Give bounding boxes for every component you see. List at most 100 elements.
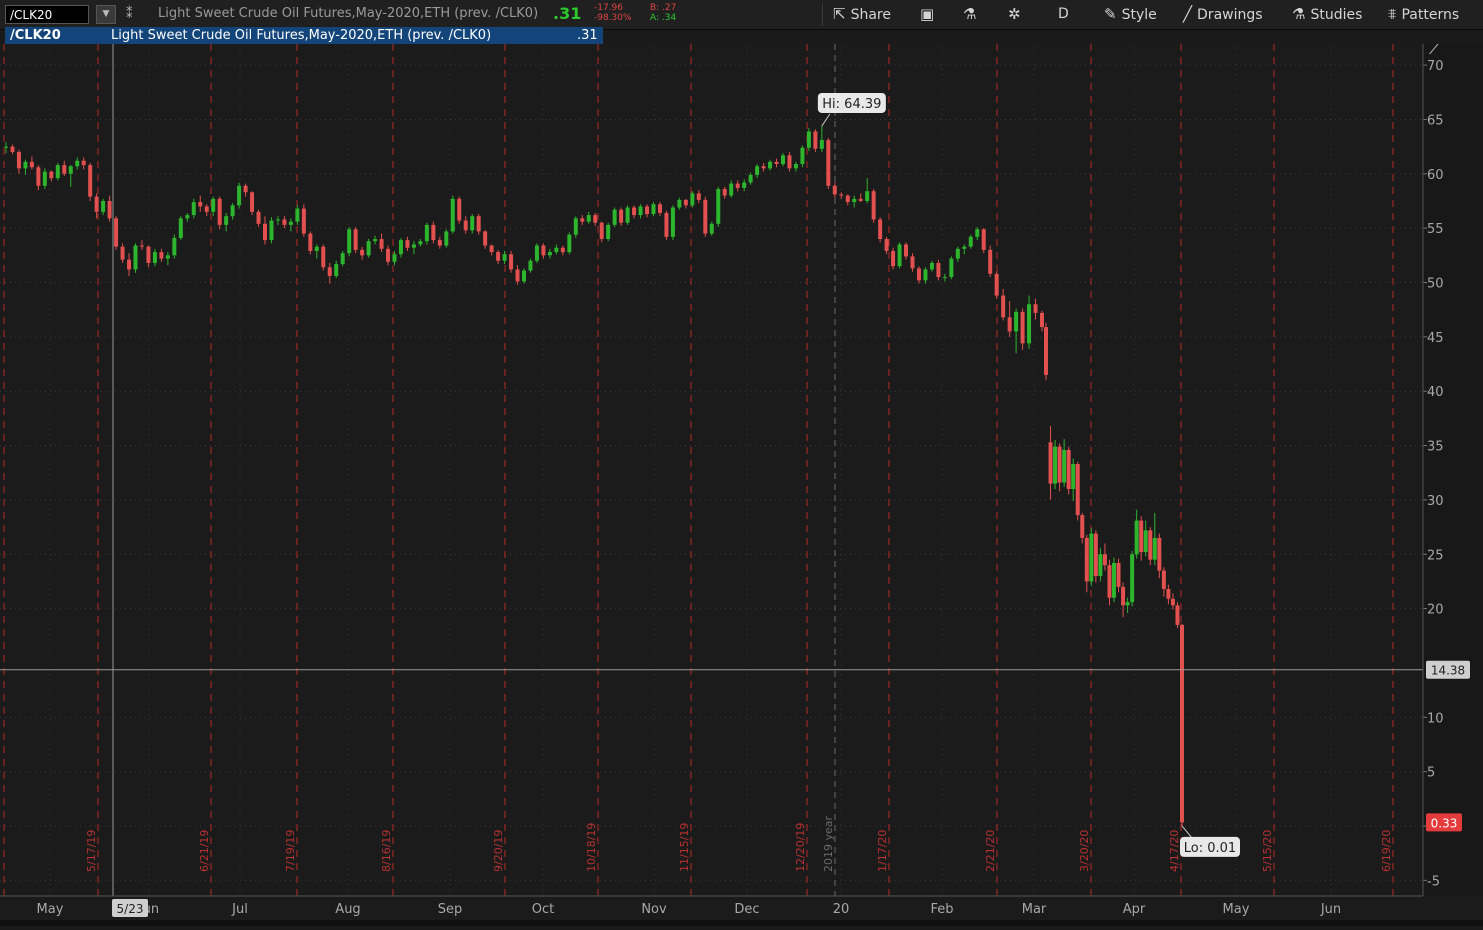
event-date-label: 12/20/19: [794, 823, 807, 872]
candle-body: [1066, 449, 1071, 490]
symbol-suggestion-row[interactable]: /CLK20 Light Sweet Crude Oil Futures,May…: [5, 27, 603, 44]
candle-body: [567, 234, 572, 253]
bottom-scrollbar[interactable]: [0, 920, 1483, 926]
toolbar-divider: [822, 3, 823, 26]
candle-body: [904, 244, 909, 257]
style-button[interactable]: ✎ Style: [1104, 0, 1157, 29]
candle-body: [632, 207, 637, 216]
candle-body: [1027, 304, 1032, 344]
candle-body: [1102, 554, 1107, 566]
candle-body: [4, 146, 8, 148]
candle-body: [444, 231, 449, 246]
symbol-dropdown-button[interactable]: ▼: [96, 5, 116, 24]
candle-body: [729, 183, 734, 196]
patterns-button[interactable]: ⩨ Patterns: [1388, 0, 1459, 29]
aggregation-button[interactable]: D: [1058, 0, 1069, 29]
chart-tool-icon: ⟋: [1429, 44, 1441, 58]
candle-body: [1001, 295, 1006, 318]
candle-body: [431, 224, 436, 241]
candle-body: [275, 219, 280, 221]
price-tick-label: 20: [1427, 603, 1444, 618]
drawings-button[interactable]: ╱ Drawings: [1183, 0, 1263, 29]
last-price-label: 0.33: [1431, 816, 1458, 830]
candle-body: [994, 273, 999, 296]
candle-body: [593, 215, 598, 223]
event-date-label: 2/21/20: [984, 830, 997, 872]
patterns-label: Patterns: [1401, 7, 1460, 23]
chart-area[interactable]: 70656055504540353025201050-5MayJunJulAug…: [0, 39, 1483, 926]
candle-body: [424, 224, 429, 242]
month-label: Oct: [532, 902, 554, 917]
change-block: -17.96 -98.30%: [594, 3, 632, 23]
candle-body: [75, 160, 80, 167]
style-icon: ✎: [1104, 5, 1117, 23]
share-button[interactable]: ⇱ Share: [833, 0, 891, 29]
candle-body: [418, 241, 423, 245]
candle-body: [586, 215, 591, 222]
month-label: Nov: [641, 902, 667, 917]
price-tick-label: 65: [1427, 113, 1444, 128]
candle-body: [651, 204, 656, 215]
candle-body: [955, 248, 960, 259]
candle-body: [1166, 589, 1171, 599]
candle-body: [599, 222, 604, 240]
candle-body: [353, 229, 358, 250]
studies-button[interactable]: ⚗ Studies: [1292, 0, 1362, 29]
candle-body: [10, 146, 15, 153]
candle-body: [1080, 515, 1085, 538]
candle-body: [878, 219, 883, 240]
candle-body: [761, 166, 766, 169]
candle-body: [541, 245, 546, 256]
candle-body: [1048, 442, 1053, 484]
chart-settings-button[interactable]: ▣: [920, 0, 939, 29]
drawings-icon: ╱: [1183, 5, 1193, 23]
month-label: Dec: [734, 902, 759, 917]
candle-body: [230, 205, 235, 217]
event-date-label: 11/15/19: [678, 823, 691, 872]
link-icon[interactable]: ⁑: [126, 5, 138, 24]
candle-body: [379, 239, 384, 249]
candle-body: [373, 239, 378, 242]
candle-body: [606, 224, 611, 240]
candle-body: [845, 195, 850, 203]
candle-body: [554, 247, 559, 253]
candle-body: [1089, 533, 1094, 582]
month-label: Aug: [335, 902, 360, 917]
candle-body: [1020, 311, 1025, 344]
candle-body: [185, 215, 190, 219]
candle-body: [457, 198, 462, 221]
candle-body: [839, 194, 844, 196]
gear-button[interactable]: ✲: [1008, 0, 1026, 29]
candle-body: [748, 174, 753, 183]
candle-body: [774, 161, 779, 165]
candle-body: [1170, 598, 1175, 606]
candle-body: [211, 198, 216, 212]
candle-body: [852, 198, 857, 203]
candle-body: [1175, 605, 1180, 625]
flask-button[interactable]: ⚗: [963, 0, 981, 29]
candle-body: [120, 246, 125, 260]
candle-body: [301, 208, 306, 234]
candle-body: [314, 246, 319, 251]
chart-tools-icon: ▣: [920, 5, 935, 23]
candle-body: [386, 248, 391, 262]
suggestion-description: Light Sweet Crude Oil Futures,May-2020,E…: [111, 28, 492, 43]
bid-price: B: .27: [650, 3, 677, 13]
candle-body: [1098, 554, 1103, 576]
candle-body: [826, 140, 831, 186]
candle-body: [1044, 327, 1048, 375]
candle-body: [735, 183, 740, 188]
candle-body: [657, 204, 662, 213]
candle-body: [295, 208, 300, 222]
event-date-label: 6/19/20: [1380, 830, 1393, 872]
event-date-label: 5/17/19: [85, 830, 98, 872]
price-chart[interactable]: 70656055504540353025201050-5MayJunJulAug…: [0, 39, 1483, 926]
candle-body: [1130, 554, 1135, 603]
symbol-input[interactable]: /CLK20: [5, 5, 89, 24]
toolbar: /CLK20 ▼ ⁑ Light Sweet Crude Oil Futures…: [0, 0, 1483, 30]
event-date-label: 9/20/19: [492, 830, 505, 872]
candle-body: [191, 202, 196, 216]
candle-body: [1084, 537, 1089, 582]
candle-body: [806, 131, 811, 148]
candle-body: [1143, 530, 1148, 553]
